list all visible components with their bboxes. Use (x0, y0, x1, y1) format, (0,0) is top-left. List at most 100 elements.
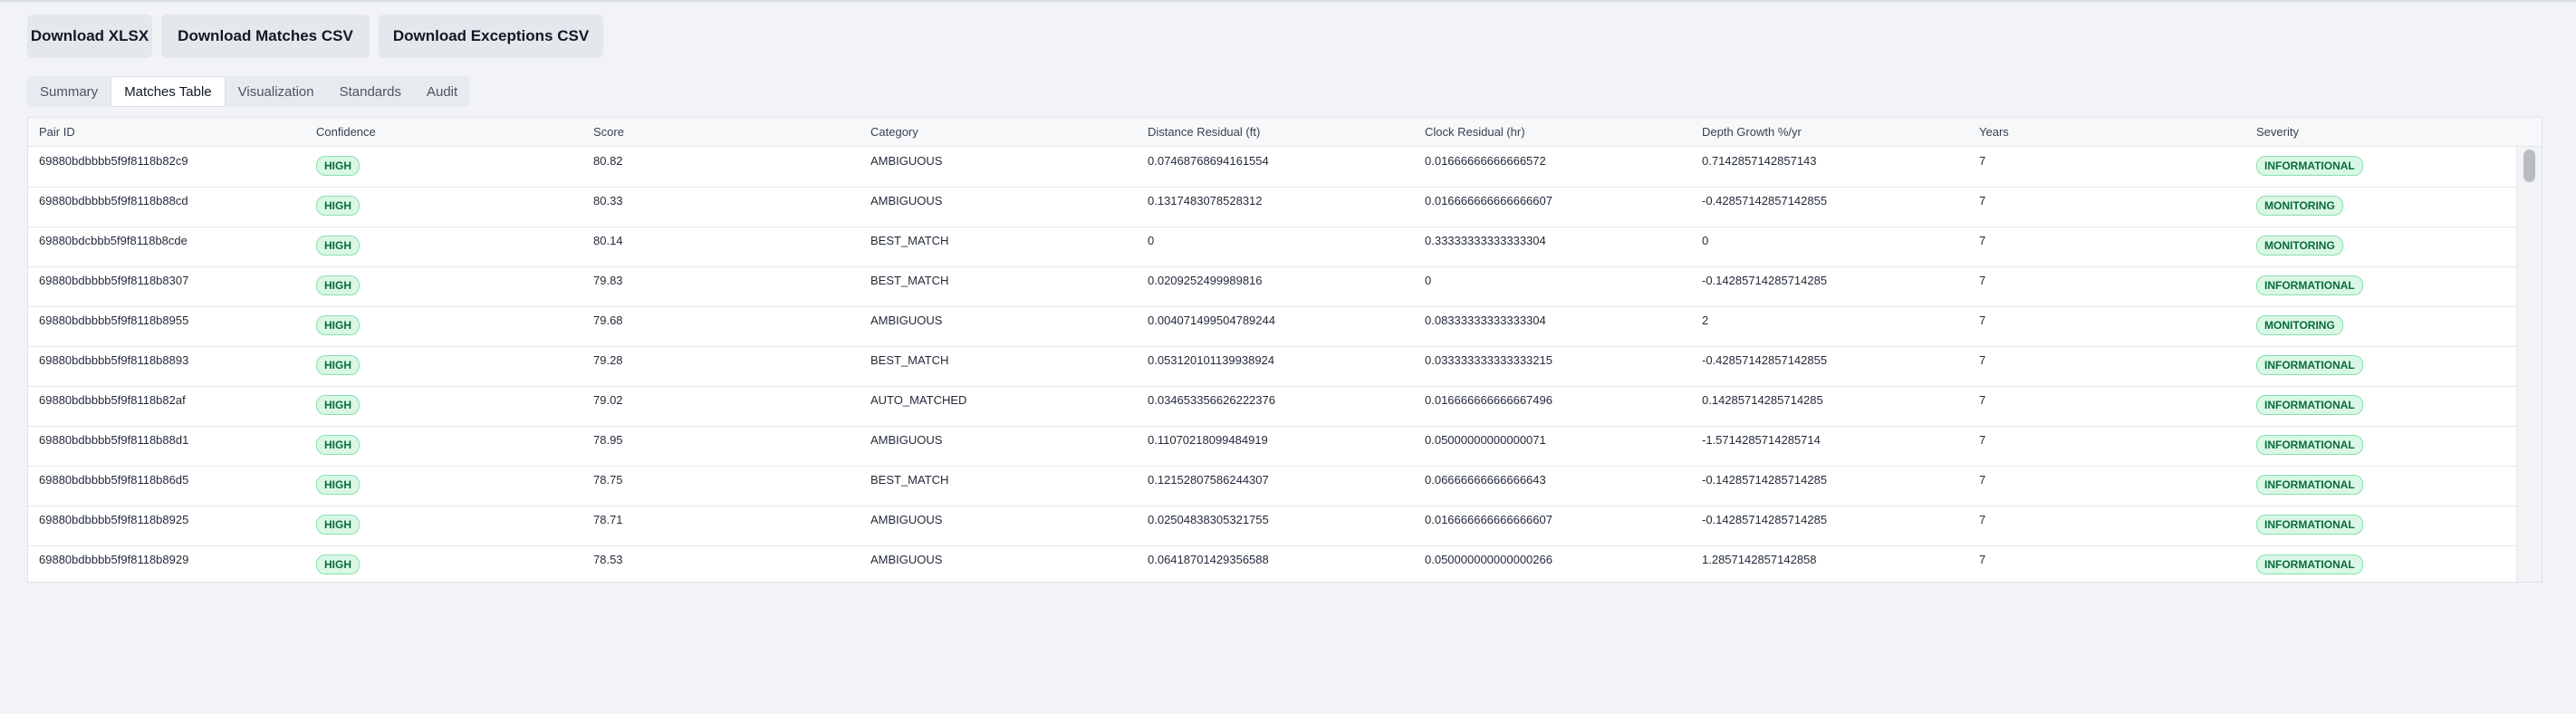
cell-clock-residual: 0.33333333333333304 (1425, 234, 1546, 247)
download-matches-csv-button[interactable]: Download Matches CSV (161, 14, 370, 58)
cell-score: 78.75 (593, 473, 623, 487)
cell-score: 80.14 (593, 234, 623, 247)
cell-clock-residual: 0.016666666666666607 (1425, 513, 1552, 526)
cell-distance-residual: 0.0209252499989816 (1148, 274, 1263, 287)
cell-score: 79.02 (593, 393, 623, 407)
download-exceptions-csv-button[interactable]: Download Exceptions CSV (379, 14, 603, 58)
cell-distance-residual: 0.12152807586244307 (1148, 473, 1269, 487)
cell-years: 7 (1979, 553, 1986, 566)
cell-category: BEST_MATCH (870, 353, 949, 367)
column-header-clock-residual[interactable]: Clock Residual (hr) (1425, 118, 1525, 146)
severity-badge: MONITORING (2256, 236, 2343, 256)
column-header-distance-residual[interactable]: Distance Residual (ft) (1148, 118, 1260, 146)
scrollbar-thumb[interactable] (2523, 150, 2535, 182)
cell-pair-id: 69880bdbbbb5f9f8118b88cd (39, 194, 188, 207)
cell-category: AMBIGUOUS (870, 194, 943, 207)
cell-depth-growth: 0.7142857142857143 (1702, 154, 1817, 168)
column-header-score[interactable]: Score (593, 118, 624, 146)
table-row[interactable]: 69880bdbbbb5f9f8118b8307 HIGH 79.83 BEST_MA… (28, 266, 2517, 307)
tab-summary[interactable]: Summary (27, 76, 111, 107)
confidence-badge: HIGH (316, 275, 360, 295)
tab-standards[interactable]: Standards (327, 76, 414, 107)
severity-badge: INFORMATIONAL (2256, 515, 2363, 535)
download-xlsx-button[interactable]: Download XLSX (27, 14, 152, 58)
cell-depth-growth: 0 (1702, 234, 1709, 247)
table-row[interactable]: 69880bdbbbb5f9f8118b88d1 HIGH 78.95 AMBIGUO… (28, 426, 2517, 467)
confidence-badge: HIGH (316, 236, 360, 256)
table-row[interactable]: 69880bdbbbb5f9f8118b8955 HIGH 79.68 AMBIGUO… (28, 306, 2517, 347)
cell-distance-residual: 0.06418701429356588 (1148, 553, 1269, 566)
cell-clock-residual: 0.033333333333333215 (1425, 353, 1552, 367)
cell-score: 78.71 (593, 513, 623, 526)
cell-depth-growth: -0.42857142857142855 (1702, 194, 1828, 207)
confidence-badge: HIGH (316, 475, 360, 495)
cell-pair-id: 69880bdbbbb5f9f8118b88d1 (39, 433, 189, 447)
table-row[interactable]: 69880bdbbbb5f9f8118b82af HIGH 79.02 AUTO_MA… (28, 386, 2517, 427)
severity-badge: INFORMATIONAL (2256, 435, 2363, 455)
cell-category: BEST_MATCH (870, 274, 949, 287)
cell-clock-residual: 0.01666666666666572 (1425, 154, 1546, 168)
confidence-badge: HIGH (316, 196, 360, 216)
cell-clock-residual: 0.016666666666666607 (1425, 194, 1552, 207)
cell-years: 7 (1979, 393, 1986, 407)
column-header-depth-growth[interactable]: Depth Growth %/yr (1702, 118, 1802, 146)
cell-depth-growth: 0.14285714285714285 (1702, 393, 1823, 407)
cell-years: 7 (1979, 513, 1986, 526)
table-row[interactable]: 69880bdbbbb5f9f8118b82c9 HIGH 80.82 AMBIGUO… (28, 147, 2517, 188)
cell-pair-id: 69880bdbbbb5f9f8118b82af (39, 393, 186, 407)
cell-category: BEST_MATCH (870, 234, 949, 247)
confidence-badge: HIGH (316, 315, 360, 335)
table-row[interactable]: 69880bdbbbb5f9f8118b8925 HIGH 78.71 AMBIGUO… (28, 506, 2517, 546)
severity-badge: INFORMATIONAL (2256, 395, 2363, 415)
cell-years: 7 (1979, 154, 1986, 168)
cell-years: 7 (1979, 314, 1986, 327)
table-row[interactable]: 69880bdbbbb5f9f8118b8893 HIGH 79.28 BEST_MA… (28, 346, 2517, 387)
cell-score: 78.53 (593, 553, 623, 566)
cell-score: 78.95 (593, 433, 623, 447)
cell-distance-residual: 0.02504838305321755 (1148, 513, 1269, 526)
cell-years: 7 (1979, 194, 1986, 207)
cell-distance-residual: 0.1317483078528312 (1148, 194, 1263, 207)
column-header-years[interactable]: Years (1979, 118, 2009, 146)
tab-matches-table[interactable]: Matches Table (111, 76, 226, 107)
cell-category: AMBIGUOUS (870, 513, 943, 526)
matches-table: Pair ID Confidence Score Category Distan… (27, 117, 2542, 583)
table-row[interactable]: 69880bdbbbb5f9f8118b88cd HIGH 80.33 AMBIGUO… (28, 187, 2517, 227)
severity-badge: INFORMATIONAL (2256, 156, 2363, 176)
view-tabs: Summary Matches Table Visualization Stan… (27, 76, 471, 107)
severity-badge: INFORMATIONAL (2256, 555, 2363, 574)
cell-distance-residual: 0.07468768694161554 (1148, 154, 1269, 168)
cell-depth-growth: 1.2857142857142858 (1702, 553, 1817, 566)
confidence-badge: HIGH (316, 395, 360, 415)
cell-category: AMBIGUOUS (870, 154, 943, 168)
column-header-category[interactable]: Category (870, 118, 918, 146)
column-header-pair-id[interactable]: Pair ID (39, 118, 75, 146)
table-row[interactable]: 69880bdbbbb5f9f8118b86d5 HIGH 78.75 BEST_MA… (28, 466, 2517, 507)
cell-clock-residual: 0.050000000000000266 (1425, 553, 1552, 566)
table-header: Pair ID Confidence Score Category Distan… (28, 118, 2542, 147)
table-scrollbar[interactable] (2516, 147, 2542, 582)
severity-badge: INFORMATIONAL (2256, 475, 2363, 495)
cell-pair-id: 69880bdbbbb5f9f8118b8929 (39, 553, 189, 566)
tab-audit[interactable]: Audit (414, 76, 470, 107)
column-header-confidence[interactable]: Confidence (316, 118, 376, 146)
tab-visualization[interactable]: Visualization (226, 76, 327, 107)
cell-depth-growth: 2 (1702, 314, 1709, 327)
cell-category: AMBIGUOUS (870, 433, 943, 447)
cell-pair-id: 69880bdbbbb5f9f8118b8955 (39, 314, 189, 327)
cell-depth-growth: -0.42857142857142855 (1702, 353, 1828, 367)
column-header-severity[interactable]: Severity (2256, 118, 2299, 146)
cell-depth-growth: -0.14285714285714285 (1702, 473, 1828, 487)
table-row[interactable]: 69880bdcbbb5f9f8118b8cde HIGH 80.14 BEST_MA… (28, 227, 2517, 267)
cell-pair-id: 69880bdbbbb5f9f8118b8925 (39, 513, 189, 526)
cell-pair-id: 69880bdbbbb5f9f8118b86d5 (39, 473, 189, 487)
cell-pair-id: 69880bdcbbb5f9f8118b8cde (39, 234, 187, 247)
cell-distance-residual: 0.034653356626222376 (1148, 393, 1275, 407)
cell-depth-growth: -1.5714285714285714 (1702, 433, 1821, 447)
cell-score: 79.28 (593, 353, 623, 367)
cell-score: 80.33 (593, 194, 623, 207)
table-row[interactable]: 69880bdbbbb5f9f8118b8929 HIGH 78.53 AMBIGUO… (28, 545, 2517, 582)
confidence-badge: HIGH (316, 515, 360, 535)
cell-years: 7 (1979, 234, 1986, 247)
cell-category: AMBIGUOUS (870, 314, 943, 327)
